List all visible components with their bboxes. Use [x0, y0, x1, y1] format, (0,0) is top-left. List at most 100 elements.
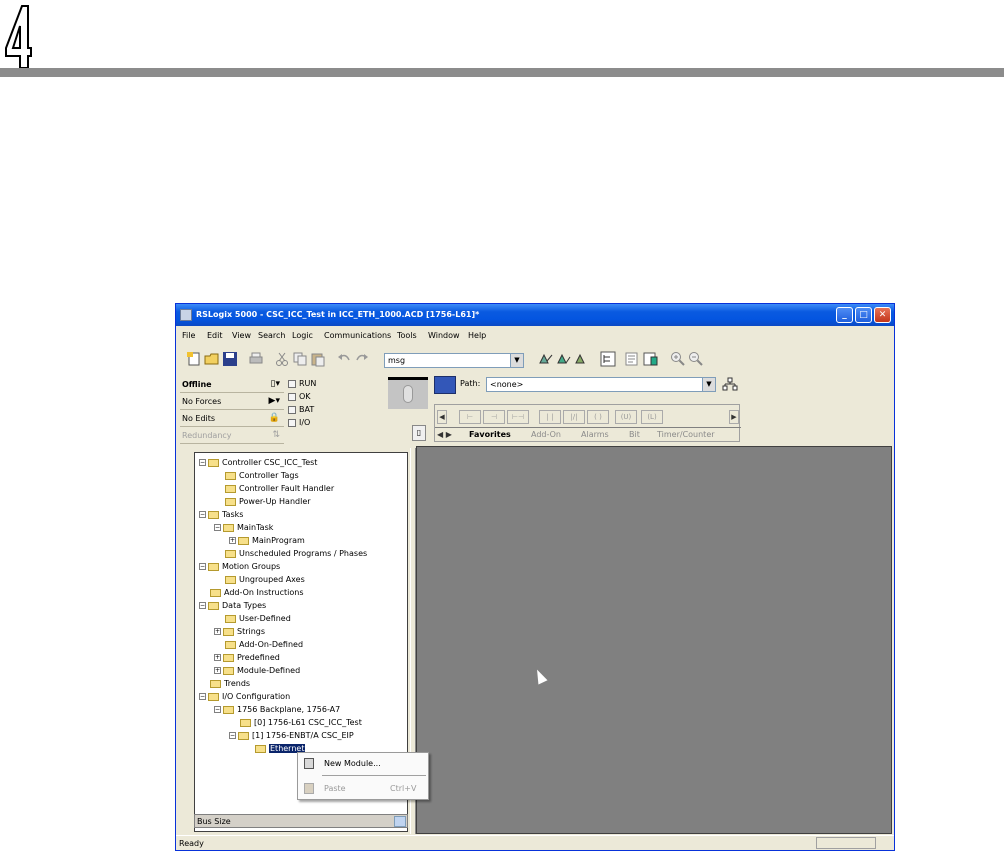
tree-item[interactable]: Controller Tags: [214, 470, 299, 482]
workspace-area[interactable]: [416, 446, 892, 834]
indicator-ok: OK: [288, 392, 311, 401]
undo-icon[interactable]: [336, 351, 352, 367]
title-bar[interactable]: RSLogix 5000 - CSC_ICC_Test in ICC_ETH_1…: [176, 304, 894, 326]
tree-item[interactable]: Add-On Instructions: [199, 587, 304, 599]
tab-scroll-icon[interactable]: ◀ ▶: [437, 430, 452, 439]
expand-icon[interactable]: +: [214, 654, 221, 661]
menu-tools[interactable]: Tools: [397, 331, 417, 340]
verify-routine-icon[interactable]: [556, 351, 572, 367]
tree-item[interactable]: + Strings: [214, 626, 265, 638]
edit-properties-icon[interactable]: [642, 351, 658, 367]
scroll-left-icon[interactable]: ◀: [437, 410, 447, 424]
tree-item[interactable]: User-Defined: [214, 613, 291, 625]
new-icon[interactable]: [186, 351, 202, 367]
tree-item[interactable]: − MainTask: [214, 522, 273, 534]
expand-icon[interactable]: +: [214, 667, 221, 674]
folder-icon: [208, 562, 219, 571]
tree-item[interactable]: − Tasks: [199, 509, 243, 521]
cut-icon[interactable]: [274, 351, 290, 367]
tree-item[interactable]: Trends: [199, 678, 250, 690]
instr-branch[interactable]: ⊣: [483, 410, 505, 424]
tab-bit[interactable]: Bit: [629, 430, 640, 439]
menu-item-paste[interactable]: Paste Ctrl+V: [298, 780, 428, 798]
menu-search[interactable]: Search: [258, 331, 285, 340]
tree-item[interactable]: Unscheduled Programs / Phases: [214, 548, 367, 560]
tree-item[interactable]: + Module-Defined: [214, 665, 300, 677]
folder-icon: [223, 523, 234, 532]
controller-properties-button[interactable]: ▯: [412, 425, 426, 441]
tree-item[interactable]: Power-Up Handler: [214, 496, 311, 508]
path-combo[interactable]: <none> ▼: [486, 377, 716, 392]
expand-icon[interactable]: +: [229, 537, 236, 544]
menu-file[interactable]: File: [182, 331, 195, 340]
print-icon[interactable]: [248, 351, 264, 367]
tree-item[interactable]: + Predefined: [214, 652, 280, 664]
tab-favorites[interactable]: Favorites: [469, 430, 511, 439]
collapse-icon[interactable]: −: [214, 524, 221, 531]
collapse-icon[interactable]: −: [214, 706, 221, 713]
menu-logic[interactable]: Logic: [292, 331, 313, 340]
instr-rung[interactable]: ⊢: [459, 410, 481, 424]
folder-icon: [240, 718, 251, 727]
network-path-icon[interactable]: [434, 376, 456, 394]
tree-item[interactable]: − Motion Groups: [199, 561, 280, 573]
tree-item[interactable]: Controller Fault Handler: [214, 483, 334, 495]
tree-item[interactable]: − 1756 Backplane, 1756-A7: [214, 704, 340, 716]
menu-window[interactable]: Window: [428, 331, 460, 340]
collapse-icon[interactable]: −: [229, 732, 236, 739]
tree-item[interactable]: − [1] 1756-ENBT/A CSC_EIP: [229, 730, 354, 742]
verify-icon[interactable]: [538, 351, 554, 367]
open-icon[interactable]: [204, 351, 220, 367]
tree-item[interactable]: Add-On-Defined: [214, 639, 303, 651]
chevron-down-icon[interactable]: ▼: [702, 378, 715, 391]
menu-help[interactable]: Help: [468, 331, 486, 340]
collapse-icon[interactable]: −: [199, 602, 206, 609]
instr-xic[interactable]: | |: [539, 410, 561, 424]
redo-icon[interactable]: [354, 351, 370, 367]
collapse-icon[interactable]: −: [199, 693, 206, 700]
instr-otl[interactable]: (L): [641, 410, 663, 424]
menu-communications[interactable]: Communications: [324, 331, 391, 340]
copy-icon[interactable]: [292, 351, 308, 367]
menu-item-new-module[interactable]: New Module...: [298, 755, 428, 773]
collapse-icon[interactable]: −: [199, 459, 206, 466]
expand-icon[interactable]: +: [214, 628, 221, 635]
menu-edit[interactable]: Edit: [207, 331, 223, 340]
online-mode-icon[interactable]: ▯▾: [271, 379, 280, 389]
save-icon[interactable]: [222, 351, 238, 367]
zoom-out-icon[interactable]: [688, 351, 704, 367]
tab-timer-counter[interactable]: Timer/Counter: [657, 430, 715, 439]
tree-item[interactable]: − Controller CSC_ICC_Test: [199, 457, 317, 469]
properties-icon[interactable]: [624, 351, 640, 367]
scroll-button[interactable]: [394, 816, 406, 827]
instr-ote[interactable]: ( ): [587, 410, 609, 424]
tab-alarms[interactable]: Alarms: [581, 430, 609, 439]
tree-item[interactable]: + MainProgram: [229, 535, 305, 547]
chevron-down-icon[interactable]: ▼: [510, 354, 523, 367]
status-offline[interactable]: Offline ▯▾: [180, 377, 284, 393]
tree-item[interactable]: [0] 1756-L61 CSC_ICC_Test: [229, 717, 362, 729]
close-button[interactable]: ✕: [874, 307, 891, 323]
scroll-right-icon[interactable]: ▶: [729, 410, 739, 424]
instr-xio[interactable]: |/|: [563, 410, 585, 424]
tree-item[interactable]: − Data Types: [199, 600, 266, 612]
tree-item[interactable]: Ungrouped Axes: [214, 574, 305, 586]
status-edits[interactable]: No Edits 🔒: [180, 411, 284, 427]
instr-otu[interactable]: (U): [615, 410, 637, 424]
zoom-in-icon[interactable]: [670, 351, 686, 367]
collapse-icon[interactable]: −: [199, 563, 206, 570]
instr-branch-level[interactable]: ⊢⊣: [507, 410, 529, 424]
paste-icon[interactable]: [310, 351, 326, 367]
tree-view-icon[interactable]: [600, 351, 616, 367]
minimize-button[interactable]: _: [836, 307, 853, 323]
tab-add-on[interactable]: Add-On: [531, 430, 561, 439]
maximize-button[interactable]: □: [855, 307, 872, 323]
verify-controller-icon[interactable]: [574, 351, 590, 367]
browse-path-icon[interactable]: [722, 377, 738, 392]
menu-view[interactable]: View: [232, 331, 251, 340]
search-combo[interactable]: msg ▼: [384, 353, 524, 368]
forces-icon[interactable]: ▶▾: [269, 396, 280, 406]
collapse-icon[interactable]: −: [199, 511, 206, 518]
tree-item[interactable]: − I/O Configuration: [199, 691, 290, 703]
status-forces[interactable]: No Forces ▶▾: [180, 394, 284, 410]
